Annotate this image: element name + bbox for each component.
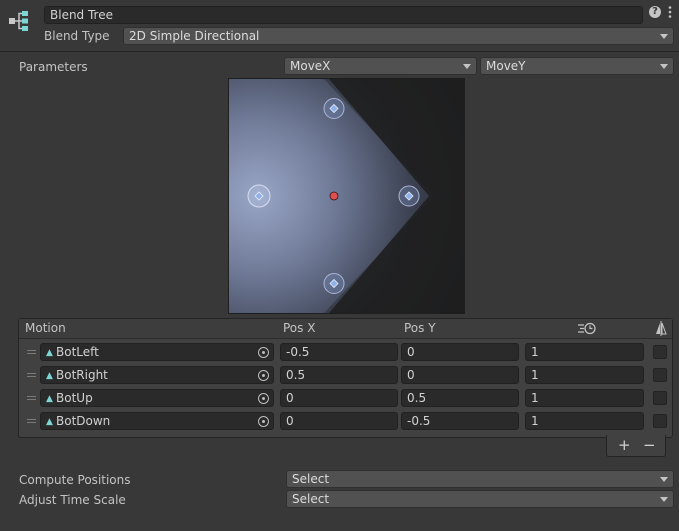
motion-field[interactable]: ▲ BotRight [40,366,274,384]
animation-clip-icon: ▲ [46,348,53,358]
pos-x-column-header: Pos X [283,321,316,335]
motion-name: BotLeft [56,345,99,359]
mirror-checkbox[interactable] [653,391,667,405]
pos-y-field[interactable]: 0.5 [401,389,519,407]
speed-field[interactable]: 1 [525,412,644,430]
speed-field[interactable]: 1 [525,343,644,361]
param-x-dropdown[interactable]: MoveX [284,57,477,75]
compute-positions-dropdown[interactable]: Select [286,470,674,488]
compute-positions-value: Select [292,472,330,486]
param-x-value: MoveX [290,59,331,73]
drag-handle-icon[interactable] [27,373,36,377]
chevron-down-icon [660,64,668,69]
parameters-label: Parameters [19,60,88,74]
motion-row: ▲ BotRight 0.5 0 1 [19,364,672,387]
animation-clip-icon: ▲ [46,394,53,404]
chevron-down-icon [660,497,668,502]
pos-x-field[interactable]: 0 [280,389,398,407]
list-footer: + − [606,435,666,457]
motion-row: ▲ BotDown 0 -0.5 1 [19,410,672,433]
speed-field[interactable]: 1 [525,366,644,384]
adjust-time-scale-value: Select [292,492,330,506]
header-divider [0,51,679,52]
motion-list: Motion Pos X Pos Y ▲ BotLeft -0.5 0 1 ▲ … [18,318,673,438]
blend-tree-icon [8,9,38,33]
adjust-time-scale-label: Adjust Time Scale [19,493,126,507]
compute-positions-label: Compute Positions [19,473,131,487]
motion-list-header: Motion Pos X Pos Y [19,319,672,339]
motion-row: ▲ BotLeft -0.5 0 1 [19,341,672,364]
chevron-down-icon [660,477,668,482]
remove-button[interactable]: − [643,436,656,454]
param-y-dropdown[interactable]: MoveY [480,57,674,75]
object-picker-icon[interactable] [258,370,269,381]
pos-y-field[interactable]: -0.5 [401,412,519,430]
object-picker-icon[interactable] [258,416,269,427]
mirror-checkbox[interactable] [653,345,667,359]
motion-field[interactable]: ▲ BotLeft [40,343,274,361]
adjust-time-scale-dropdown[interactable]: Select [286,490,674,508]
blend-type-dropdown[interactable]: 2D Simple Directional [123,27,674,45]
pos-x-field[interactable]: 0.5 [280,366,398,384]
motion-row: ▲ BotUp 0 0.5 1 [19,387,672,410]
chevron-down-icon [660,34,668,39]
mirror-checkbox[interactable] [653,414,667,428]
object-picker-icon[interactable] [258,393,269,404]
name-field[interactable]: Blend Tree [44,6,643,24]
speed-field[interactable]: 1 [525,389,644,407]
motion-name: BotRight [56,368,108,382]
blend-graph[interactable] [228,78,465,314]
chevron-down-icon [463,64,471,69]
motion-name: BotUp [56,391,93,405]
motion-field[interactable]: ▲ BotDown [40,412,274,430]
blend-type-value: 2D Simple Directional [129,29,260,43]
pos-y-column-header: Pos Y [404,321,436,335]
pos-y-field[interactable]: 0 [401,366,519,384]
mirror-checkbox[interactable] [653,368,667,382]
add-button[interactable]: + [618,436,631,454]
pos-x-field[interactable]: 0 [280,412,398,430]
blend-type-label: Blend Type [44,29,110,43]
motion-name: BotDown [56,414,111,428]
kebab-menu-icon[interactable] [667,5,673,19]
speed-icon [577,322,597,338]
pos-x-field[interactable]: -0.5 [280,343,398,361]
pos-y-field[interactable]: 0 [401,343,519,361]
object-picker-icon[interactable] [258,347,269,358]
animation-clip-icon: ▲ [46,371,53,381]
drag-handle-icon[interactable] [27,396,36,400]
current-position-marker[interactable] [329,191,339,201]
motion-column-header: Motion [25,321,66,335]
param-y-value: MoveY [486,59,526,73]
animation-clip-icon: ▲ [46,417,53,427]
help-icon[interactable]: ? [649,6,661,18]
drag-handle-icon[interactable] [27,350,36,354]
drag-handle-icon[interactable] [27,419,36,423]
motion-field[interactable]: ▲ BotUp [40,389,274,407]
mirror-icon [654,321,668,339]
